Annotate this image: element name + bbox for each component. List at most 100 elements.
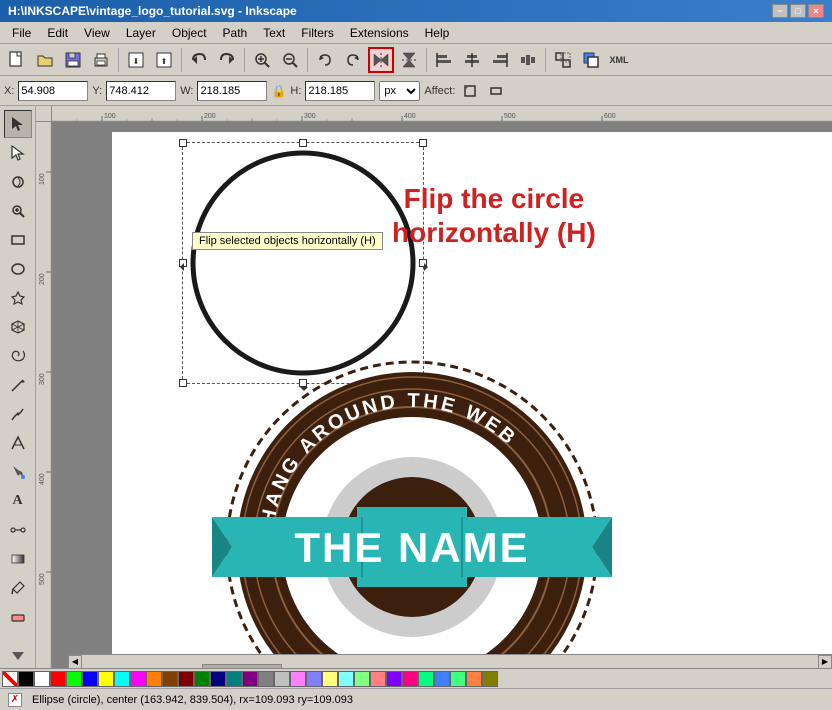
flip-h-button[interactable] (368, 47, 394, 73)
text-tool[interactable]: A (4, 487, 32, 515)
color-red[interactable] (50, 671, 66, 687)
new-button[interactable] (4, 47, 30, 73)
menu-text[interactable]: Text (255, 24, 293, 42)
menu-help[interactable]: Help (417, 24, 458, 42)
expand-tools[interactable] (10, 650, 26, 664)
h-input[interactable] (305, 81, 375, 101)
affect-transform-button[interactable] (459, 80, 481, 102)
canvas-area[interactable]: 100 200 300 400 500 600 (36, 106, 832, 668)
color-white[interactable] (34, 671, 50, 687)
align-right-button[interactable] (487, 47, 513, 73)
star-tool[interactable] (4, 284, 32, 312)
menu-filters[interactable]: Filters (293, 24, 342, 42)
export-button[interactable]: ⬆ (151, 47, 177, 73)
hscroll-thumb[interactable] (202, 664, 282, 669)
menu-path[interactable]: Path (215, 24, 256, 42)
canvas-viewport[interactable]: HANG AROUND THE WEB SINCE 2016 (52, 122, 832, 668)
color-brown[interactable] (162, 671, 178, 687)
eraser-tool[interactable] (4, 603, 32, 631)
color-lightyellow[interactable] (322, 671, 338, 687)
w-input[interactable] (197, 81, 267, 101)
color-lime[interactable] (418, 671, 434, 687)
xml-editor-button[interactable]: XML (606, 47, 632, 73)
color-black[interactable] (18, 671, 34, 687)
color-blue[interactable] (82, 671, 98, 687)
tweak-tool[interactable] (4, 168, 32, 196)
color-pink[interactable] (290, 671, 306, 687)
redo-button[interactable] (214, 47, 240, 73)
color-hotpink[interactable] (402, 671, 418, 687)
paint-bucket-tool[interactable] (4, 458, 32, 486)
color-lightcyan[interactable] (338, 671, 354, 687)
circle-tool[interactable] (4, 255, 32, 283)
unit-select[interactable]: px mm cm in pt (379, 81, 420, 101)
flip-v-button[interactable] (396, 47, 422, 73)
no-color-swatch[interactable] (2, 671, 18, 687)
fill-stroke-button[interactable] (578, 47, 604, 73)
distribute-button[interactable] (515, 47, 541, 73)
rotate-ccw-button[interactable] (312, 47, 338, 73)
select-tool[interactable] (4, 110, 32, 138)
maximize-button[interactable]: □ (790, 4, 806, 18)
node-tool[interactable] (4, 139, 32, 167)
color-olive[interactable] (482, 671, 498, 687)
color-darkgreen[interactable] (194, 671, 210, 687)
color-lightgreen[interactable] (354, 671, 370, 687)
color-teal[interactable] (226, 671, 242, 687)
color-cyan[interactable] (114, 671, 130, 687)
menu-object[interactable]: Object (164, 24, 215, 42)
rect-tool[interactable] (4, 226, 32, 254)
menu-extensions[interactable]: Extensions (342, 24, 417, 42)
lock-ratio-icon[interactable]: 🔒 (271, 84, 286, 98)
color-darkred[interactable] (178, 671, 194, 687)
color-sky[interactable] (434, 671, 450, 687)
menu-layer[interactable]: Layer (118, 24, 164, 42)
connector-tool[interactable] (4, 516, 32, 544)
color-yellow[interactable] (98, 671, 114, 687)
color-orange[interactable] (146, 671, 162, 687)
affect-size-button[interactable] (485, 80, 507, 102)
eyedropper-tool[interactable] (4, 574, 32, 602)
3dbox-tool[interactable] (4, 313, 32, 341)
menu-view[interactable]: View (76, 24, 118, 42)
horizontal-scrollbar[interactable]: ◀ ▶ (68, 654, 832, 668)
gradient-tool[interactable] (4, 545, 32, 573)
color-mint[interactable] (450, 671, 466, 687)
canvas-page: HANG AROUND THE WEB SINCE 2016 (112, 132, 832, 668)
color-gray[interactable] (258, 671, 274, 687)
align-left-button[interactable] (431, 47, 457, 73)
zoom-tool[interactable] (4, 197, 32, 225)
color-green[interactable] (66, 671, 82, 687)
open-button[interactable] (32, 47, 58, 73)
zoom-page-button[interactable] (277, 47, 303, 73)
color-lightblue[interactable] (306, 671, 322, 687)
y-input[interactable] (106, 81, 176, 101)
hscroll-left-arrow[interactable]: ◀ (68, 655, 82, 669)
undo-button[interactable] (186, 47, 212, 73)
import-button[interactable]: ⬇ (123, 47, 149, 73)
group-button[interactable] (550, 47, 576, 73)
close-button[interactable]: × (808, 4, 824, 18)
hscroll-right-arrow[interactable]: ▶ (818, 655, 832, 669)
print-button[interactable] (88, 47, 114, 73)
zoom-draw-button[interactable] (249, 47, 275, 73)
pencil-tool[interactable] (4, 371, 32, 399)
color-magenta[interactable] (130, 671, 146, 687)
color-violet[interactable] (386, 671, 402, 687)
calligraphy-tool[interactable] (4, 429, 32, 457)
color-salmon[interactable] (370, 671, 386, 687)
menu-file[interactable]: File (4, 24, 39, 42)
save-button[interactable] (60, 47, 86, 73)
main-area: A 100 200 (0, 106, 832, 668)
pen-tool[interactable] (4, 400, 32, 428)
color-darkblue[interactable] (210, 671, 226, 687)
color-lightgray[interactable] (274, 671, 290, 687)
minimize-button[interactable]: − (772, 4, 788, 18)
x-input[interactable] (18, 81, 88, 101)
menu-edit[interactable]: Edit (39, 24, 76, 42)
color-gold[interactable] (466, 671, 482, 687)
align-center-button[interactable] (459, 47, 485, 73)
rotate-cw-button[interactable] (340, 47, 366, 73)
spiral-tool[interactable] (4, 342, 32, 370)
color-purple[interactable] (242, 671, 258, 687)
